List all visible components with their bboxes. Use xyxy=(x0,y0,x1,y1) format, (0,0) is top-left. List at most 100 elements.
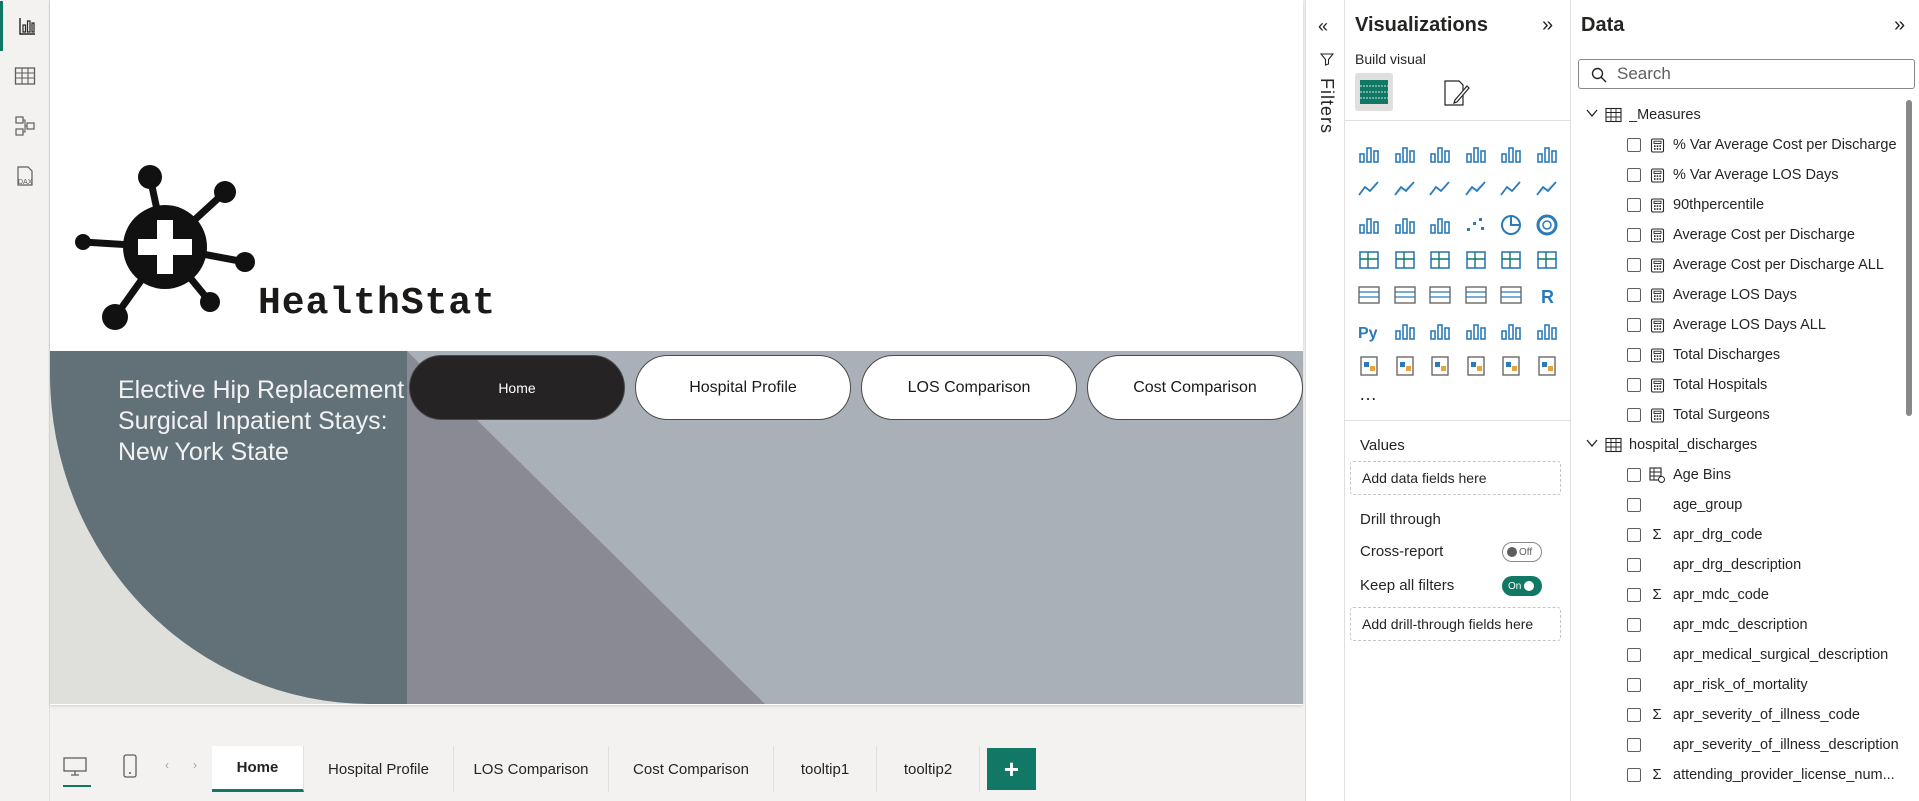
treemap-visual-icon[interactable] xyxy=(1355,246,1383,274)
page-tab-tooltip1[interactable]: tooltip1 xyxy=(774,746,877,792)
field-checkbox[interactable] xyxy=(1627,498,1641,512)
search-input[interactable]: Search xyxy=(1578,59,1915,89)
field-row[interactable]: Total Hospitals xyxy=(1571,370,1911,400)
field-checkbox[interactable] xyxy=(1627,198,1641,212)
field-row[interactable]: apr_medical_surgical_description xyxy=(1571,640,1911,670)
add-page-button[interactable]: + xyxy=(987,748,1036,790)
field-checkbox[interactable] xyxy=(1627,318,1641,332)
line-stacked-column-visual-icon[interactable] xyxy=(1497,175,1525,203)
collapse-data-icon[interactable]: » xyxy=(1894,14,1905,37)
report-view-button[interactable] xyxy=(0,1,50,51)
field-checkbox[interactable] xyxy=(1627,138,1641,152)
tabs-scroll-right-icon[interactable]: › xyxy=(193,758,197,772)
data-pane-scrollbar[interactable] xyxy=(1906,100,1912,416)
tabs-scroll-left-icon[interactable]: ‹ xyxy=(165,758,169,772)
field-checkbox[interactable] xyxy=(1627,348,1641,362)
filled-map-visual-icon[interactable] xyxy=(1426,246,1454,274)
field-row[interactable]: % Var Average LOS Days xyxy=(1571,160,1911,190)
python-visual-icon[interactable]: Py xyxy=(1355,317,1383,345)
nav-button-hospital-profile[interactable]: Hospital Profile xyxy=(635,355,851,420)
table-visual-icon[interactable] xyxy=(1462,281,1490,309)
field-row[interactable]: Average Cost per Discharge ALL xyxy=(1571,250,1911,280)
pie-visual-icon[interactable] xyxy=(1497,211,1525,239)
format-visual-tab[interactable] xyxy=(1441,78,1471,113)
field-checkbox[interactable] xyxy=(1627,288,1641,302)
nav-button-los-comparison[interactable]: LOS Comparison xyxy=(861,355,1077,420)
mobile-layout-button[interactable] xyxy=(123,754,137,783)
100-stacked-bar-visual-icon[interactable] xyxy=(1497,140,1525,168)
card-visual-icon[interactable] xyxy=(1533,246,1561,274)
field-row[interactable]: apr_risk_of_mortality xyxy=(1571,670,1911,700)
filters-pane-collapsed[interactable]: « Filters xyxy=(1305,0,1345,801)
field-row[interactable]: Average Cost per Discharge xyxy=(1571,220,1911,250)
ribbon-visual-icon[interactable] xyxy=(1355,211,1383,239)
field-checkbox[interactable] xyxy=(1627,738,1641,752)
field-checkbox[interactable] xyxy=(1627,588,1641,602)
nav-button-cost-comparison[interactable]: Cost Comparison xyxy=(1087,355,1303,420)
chevron-down-icon[interactable] xyxy=(1585,436,1599,454)
line-clustered-column-visual-icon[interactable] xyxy=(1533,175,1561,203)
donut-visual-icon[interactable] xyxy=(1533,211,1561,239)
clustered-bar-visual-icon[interactable] xyxy=(1426,140,1454,168)
field-checkbox[interactable] xyxy=(1627,468,1641,482)
field-row[interactable]: Total Discharges xyxy=(1571,340,1911,370)
100-stacked-area-visual-icon[interactable] xyxy=(1462,175,1490,203)
field-row[interactable]: Σattending_provider_license_num... xyxy=(1571,760,1911,790)
values-well[interactable]: Add data fields here xyxy=(1350,461,1561,495)
new-card-visual-icon[interactable] xyxy=(1497,352,1525,380)
field-checkbox[interactable] xyxy=(1627,558,1641,572)
table-header[interactable]: hospital_discharges xyxy=(1571,430,1911,460)
stacked-area-visual-icon[interactable] xyxy=(1426,175,1454,203)
field-checkbox[interactable] xyxy=(1627,408,1641,422)
stacked-column-visual-icon[interactable] xyxy=(1391,140,1419,168)
funnel-visual-icon[interactable] xyxy=(1426,211,1454,239)
line-visual-icon[interactable] xyxy=(1355,175,1383,203)
expand-filters-icon[interactable]: « xyxy=(1318,16,1328,37)
gauge-visual-icon[interactable] xyxy=(1497,246,1525,274)
report-canvas[interactable]: HealthStat Elective Hip Replacement Surg… xyxy=(50,0,1305,746)
page-tab-home[interactable]: Home xyxy=(212,746,304,792)
narrative-visual-icon[interactable] xyxy=(1497,317,1525,345)
field-checkbox[interactable] xyxy=(1627,768,1641,782)
page-tab-hospital-profile[interactable]: Hospital Profile xyxy=(304,746,454,792)
metrics-visual-icon[interactable] xyxy=(1533,317,1561,345)
qa-visual-icon[interactable] xyxy=(1462,317,1490,345)
field-checkbox[interactable] xyxy=(1627,168,1641,182)
nav-button-home[interactable]: Home xyxy=(409,355,625,420)
100-stacked-column-visual-icon[interactable] xyxy=(1533,140,1561,168)
arrow-visual-icon[interactable] xyxy=(1533,352,1561,380)
clustered-column-visual-icon[interactable] xyxy=(1462,140,1490,168)
scatter-visual-icon[interactable] xyxy=(1462,211,1490,239)
keep-all-filters-toggle[interactable]: On xyxy=(1502,576,1542,596)
field-row[interactable]: Σapr_severity_of_illness_code xyxy=(1571,700,1911,730)
field-row[interactable]: apr_drg_description xyxy=(1571,550,1911,580)
field-row[interactable]: Σapr_drg_code xyxy=(1571,520,1911,550)
shape-map-visual-icon[interactable] xyxy=(1462,352,1490,380)
paginated-visual-icon[interactable] xyxy=(1355,352,1383,380)
field-row[interactable]: Age Bins xyxy=(1571,460,1911,490)
power-automate-visual-icon[interactable] xyxy=(1426,352,1454,380)
field-checkbox[interactable] xyxy=(1627,228,1641,242)
table-view-button[interactable] xyxy=(0,51,50,101)
field-row[interactable]: Total Surgeons xyxy=(1571,400,1911,430)
decomposition-tree-visual-icon[interactable] xyxy=(1426,317,1454,345)
table-header[interactable]: _Measures xyxy=(1571,100,1911,130)
field-row[interactable]: Σapr_mdc_code xyxy=(1571,580,1911,610)
chevron-down-icon[interactable] xyxy=(1585,106,1599,124)
field-row[interactable]: 90thpercentile xyxy=(1571,190,1911,220)
page-tab-los-comparison[interactable]: LOS Comparison xyxy=(454,746,609,792)
model-view-button[interactable] xyxy=(0,101,50,151)
page-tab-tooltip2[interactable]: tooltip2 xyxy=(877,746,980,792)
power-apps-visual-icon[interactable] xyxy=(1391,352,1419,380)
waterfall-visual-icon[interactable] xyxy=(1391,211,1419,239)
build-visual-tab[interactable] xyxy=(1355,73,1393,111)
field-checkbox[interactable] xyxy=(1627,648,1641,662)
field-checkbox[interactable] xyxy=(1627,378,1641,392)
field-checkbox[interactable] xyxy=(1627,258,1641,272)
field-checkbox[interactable] xyxy=(1627,708,1641,722)
field-checkbox[interactable] xyxy=(1627,528,1641,542)
field-checkbox[interactable] xyxy=(1627,618,1641,632)
collapse-visualizations-icon[interactable]: » xyxy=(1542,14,1553,37)
azure-map-visual-icon[interactable] xyxy=(1462,246,1490,274)
desktop-layout-button[interactable] xyxy=(63,756,91,787)
